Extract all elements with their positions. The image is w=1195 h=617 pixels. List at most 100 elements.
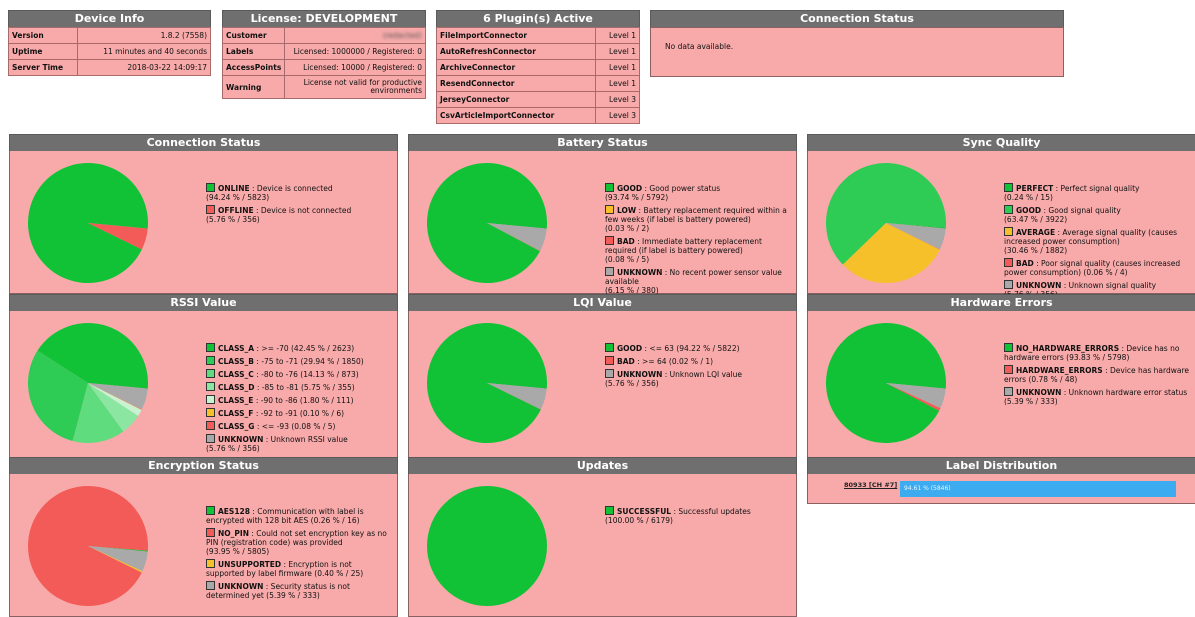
legend-item: UNSUPPORTED : Encryption is not supporte… <box>206 559 391 578</box>
plugin-level: Level 1 <box>594 59 641 76</box>
legend-swatch <box>206 183 215 192</box>
distribution-bar-text: 94.61 % (5846) <box>904 485 951 492</box>
table-row: Warning License not valid for productive … <box>221 75 426 99</box>
legend-stat: (93.74 % / 5792) <box>605 193 669 202</box>
accesspoints-value: Licensed: 10000 / Registered: 0 <box>284 59 426 76</box>
legend-item: CLASS_G : <= -93 (0.08 % / 5) <box>206 421 391 431</box>
table-row: Labels Licensed: 1000000 / Registered: 0 <box>221 43 426 60</box>
legend-label: CLASS_D <box>218 383 255 392</box>
legend-swatch <box>206 528 215 537</box>
legend-item: LOW : Battery replacement required withi… <box>605 205 790 233</box>
legend-item: BAD : >= 64 (0.02 % / 1) <box>605 356 790 366</box>
chart-legend: GOOD : Good power status (93.74 % / 5792)… <box>605 183 790 298</box>
legend-swatch <box>206 559 215 568</box>
legend-label: UNKNOWN <box>1016 281 1062 290</box>
legend-label: CLASS_A <box>218 344 255 353</box>
legend-label: CLASS_F <box>218 409 254 418</box>
legend-item: AVERAGE : Average signal quality (causes… <box>1004 227 1189 255</box>
plugins-table: FileImportConnector Level 1 AutoRefreshCo… <box>436 27 641 124</box>
license-card: License: DEVELOPMENT Customer (redacted) … <box>221 10 426 99</box>
legend-label: SUCCESSFUL <box>617 507 672 516</box>
plugin-name: ResendConnector <box>436 75 596 92</box>
legend-description: : >= 64 (0.02 % / 1) <box>634 357 714 366</box>
panel-title: Battery Status <box>408 134 797 151</box>
lqi-value-panel: LQI Value GOOD : <= 63 (94.22 % / 5822) BA… <box>408 294 797 458</box>
legend-item: BAD : Poor signal quality (causes increa… <box>1004 258 1189 277</box>
connection-status-card-top: Connection Status No data available. <box>650 10 1064 77</box>
connection-status-top-title: Connection Status <box>650 10 1064 27</box>
device-info-table: Version 1.8.2 (7558) Uptime 11 minutes and… <box>7 27 211 76</box>
legend-swatch <box>1004 258 1013 267</box>
legend-item: NO_PIN : Could not set encryption key as… <box>206 528 391 556</box>
warning-value: License not valid for productive environ… <box>284 75 426 99</box>
table-row: AutoRefreshConnector Level 1 <box>436 43 641 60</box>
legend-label: ONLINE <box>218 184 250 193</box>
legend-label: UNSUPPORTED <box>218 560 282 569</box>
legend-stat: (63.47 % / 3922) <box>1004 215 1068 224</box>
legend-label: CLASS_B <box>218 357 255 366</box>
plugin-level: Level 3 <box>594 91 641 108</box>
legend-label: UNKNOWN <box>218 435 264 444</box>
legend-swatch <box>1004 387 1013 396</box>
legend-item: PERFECT : Perfect signal quality (0.24 % … <box>1004 183 1189 202</box>
legend-item: UNKNOWN : Unknown RSSI value (5.76 % / 35… <box>206 434 391 453</box>
customer-value: (redacted) <box>284 27 426 44</box>
plugin-name: ArchiveConnector <box>436 59 596 76</box>
legend-stat: (93.95 % / 5805) <box>206 547 270 556</box>
legend-swatch <box>1004 205 1013 214</box>
legend-description: : -85 to -81 (5.75 % / 355) <box>254 383 355 392</box>
rssi-value-panel: RSSI Value CLASS_A : >= -70 (42.45 % / 26… <box>9 294 398 458</box>
plugins-card: 6 Plugin(s) Active FileImportConnector Le… <box>436 10 641 124</box>
chart-legend: CLASS_A : >= -70 (42.45 % / 2623) CLASS_B… <box>206 343 391 456</box>
panel-title: Hardware Errors <box>807 294 1195 311</box>
legend-swatch <box>206 205 215 214</box>
legend-stat: (100.00 % / 6179) <box>605 516 673 525</box>
legend-item: CLASS_E : -90 to -86 (1.80 % / 111) <box>206 395 391 405</box>
license-title: License: DEVELOPMENT <box>222 10 426 27</box>
legend-swatch <box>605 343 614 352</box>
legend-swatch <box>605 183 614 192</box>
table-row: JerseyConnector Level 3 <box>436 91 641 108</box>
legend-swatch <box>206 421 215 430</box>
plugin-name: CsvArticleImportConnector <box>436 107 596 124</box>
legend-label: HARDWARE_ERRORS <box>1016 366 1103 375</box>
legend-stat: (5.76 % / 356) <box>206 215 260 224</box>
legend-item: GOOD : Good signal quality (63.47 % / 392… <box>1004 205 1189 224</box>
legend-swatch <box>605 369 614 378</box>
legend-description: : -90 to -86 (1.80 % / 111) <box>253 396 354 405</box>
legend-description: : Unknown RSSI value <box>263 435 348 444</box>
legend-item: BAD : Immediate battery replacement requ… <box>605 236 790 264</box>
channel-link[interactable]: 80933 [CH #7] <box>844 481 897 489</box>
labels-label: Labels <box>221 43 286 60</box>
legend-item: NO_HARDWARE_ERRORS : Device has no hardw… <box>1004 343 1189 362</box>
legend-swatch <box>605 205 614 214</box>
legend-description: : -75 to -71 (29.94 % / 1850) <box>254 357 364 366</box>
legend-swatch <box>206 369 215 378</box>
device-info-card: Device Info Version 1.8.2 (7558) Uptime 11… <box>7 10 211 76</box>
legend-swatch <box>605 236 614 245</box>
legend-item: UNKNOWN : No recent power sensor value a… <box>605 267 790 295</box>
encryption-status-panel: Encryption Status AES128 : Communication … <box>9 457 398 617</box>
pie-chart <box>427 486 547 606</box>
legend-label: CLASS_G <box>218 422 255 431</box>
legend-description: : Device is connected <box>249 184 333 193</box>
license-table: Customer (redacted) Labels Licensed: 10000… <box>221 27 426 99</box>
legend-label: UNKNOWN <box>218 582 264 591</box>
plugins-title: 6 Plugin(s) Active <box>436 10 640 27</box>
panel-title: Encryption Status <box>9 457 398 474</box>
legend-swatch <box>1004 365 1013 374</box>
table-row: Customer (redacted) <box>221 27 426 44</box>
plugin-name: AutoRefreshConnector <box>436 43 596 60</box>
legend-item: SUCCESSFUL : Successful updates (100.00 %… <box>605 506 790 525</box>
legend-description: : Successful updates <box>671 507 751 516</box>
plugin-level: Level 1 <box>594 27 641 44</box>
legend-label: LOW <box>617 206 637 215</box>
legend-swatch <box>206 581 215 590</box>
legend-label: NO_PIN <box>218 529 249 538</box>
no-data-message: No data available. <box>665 42 734 51</box>
legend-stat: (5.76 % / 356) <box>605 379 659 388</box>
chart-legend: NO_HARDWARE_ERRORS : Device has no hardw… <box>1004 343 1189 409</box>
legend-label: AES128 <box>218 507 250 516</box>
legend-description: : Perfect signal quality <box>1053 184 1140 193</box>
legend-item: HARDWARE_ERRORS : Device has hardware er… <box>1004 365 1189 384</box>
